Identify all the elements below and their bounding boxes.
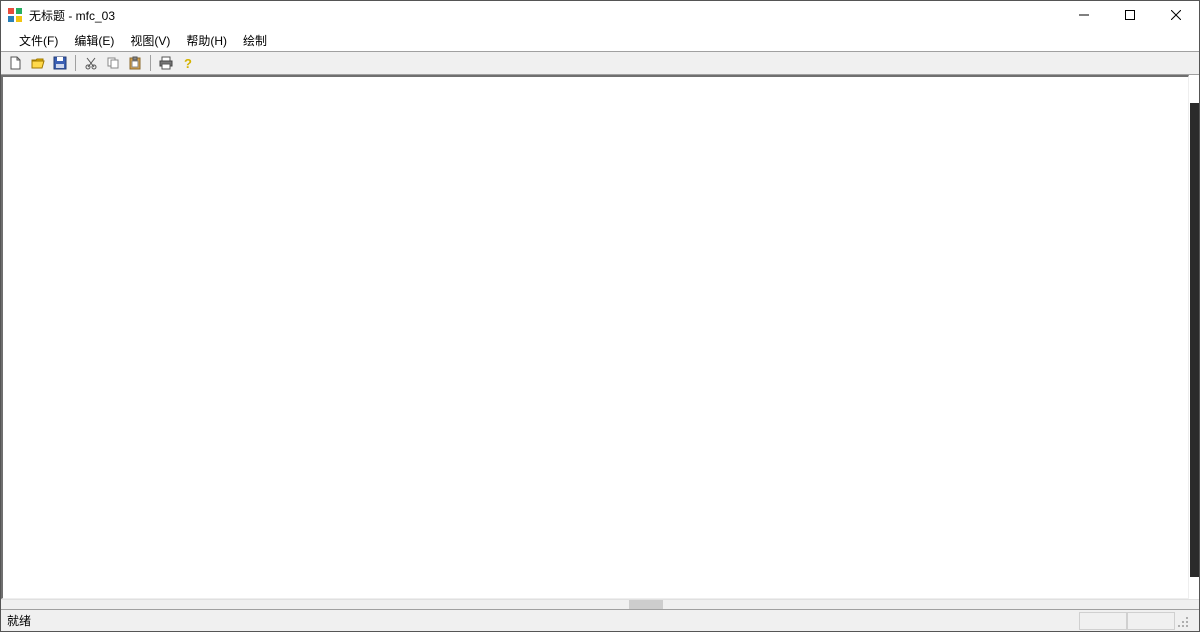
save-button[interactable] <box>51 54 69 72</box>
minimize-button[interactable] <box>1061 1 1107 29</box>
toolbar-separator <box>150 55 151 71</box>
close-button[interactable] <box>1153 1 1199 29</box>
status-text: 就绪 <box>7 612 1075 629</box>
status-pane-2 <box>1127 612 1175 630</box>
resize-grip-icon[interactable] <box>1175 614 1193 628</box>
title-bar: 无标题 - mfc_03 <box>1 1 1199 29</box>
menu-view[interactable]: 视图(V) <box>122 30 178 51</box>
app-icon <box>7 7 23 23</box>
menu-draw[interactable]: 绘制 <box>235 30 275 51</box>
status-pane-1 <box>1079 612 1127 630</box>
window-title: 无标题 - mfc_03 <box>29 7 1061 24</box>
background-window-edge <box>1190 103 1199 577</box>
copy-button[interactable] <box>104 54 122 72</box>
menu-edit[interactable]: 编辑(E) <box>66 30 122 51</box>
about-button[interactable]: ? <box>179 54 197 72</box>
menu-bar: 文件(F) 编辑(E) 视图(V) 帮助(H) 绘制 <box>1 29 1199 51</box>
toolbar-separator <box>75 55 76 71</box>
maximize-button[interactable] <box>1107 1 1153 29</box>
new-file-button[interactable] <box>7 54 25 72</box>
document-area[interactable] <box>1 75 1189 599</box>
app-window: 无标题 - mfc_03 文件(F) 编辑(E) 视图(V) 帮助(H) 绘制 <box>0 0 1200 632</box>
client-wrap <box>1 75 1199 599</box>
menu-help[interactable]: 帮助(H) <box>178 30 235 51</box>
toolbar: ? <box>1 51 1199 75</box>
window-controls <box>1061 1 1199 29</box>
cut-button[interactable] <box>82 54 100 72</box>
print-button[interactable] <box>157 54 175 72</box>
horizontal-scrollbar[interactable] <box>1 599 1199 609</box>
scrollbar-thumb[interactable] <box>629 600 663 609</box>
status-bar: 就绪 <box>1 609 1199 631</box>
menu-file[interactable]: 文件(F) <box>11 30 66 51</box>
paste-button[interactable] <box>126 54 144 72</box>
open-file-button[interactable] <box>29 54 47 72</box>
svg-text:?: ? <box>184 56 192 70</box>
